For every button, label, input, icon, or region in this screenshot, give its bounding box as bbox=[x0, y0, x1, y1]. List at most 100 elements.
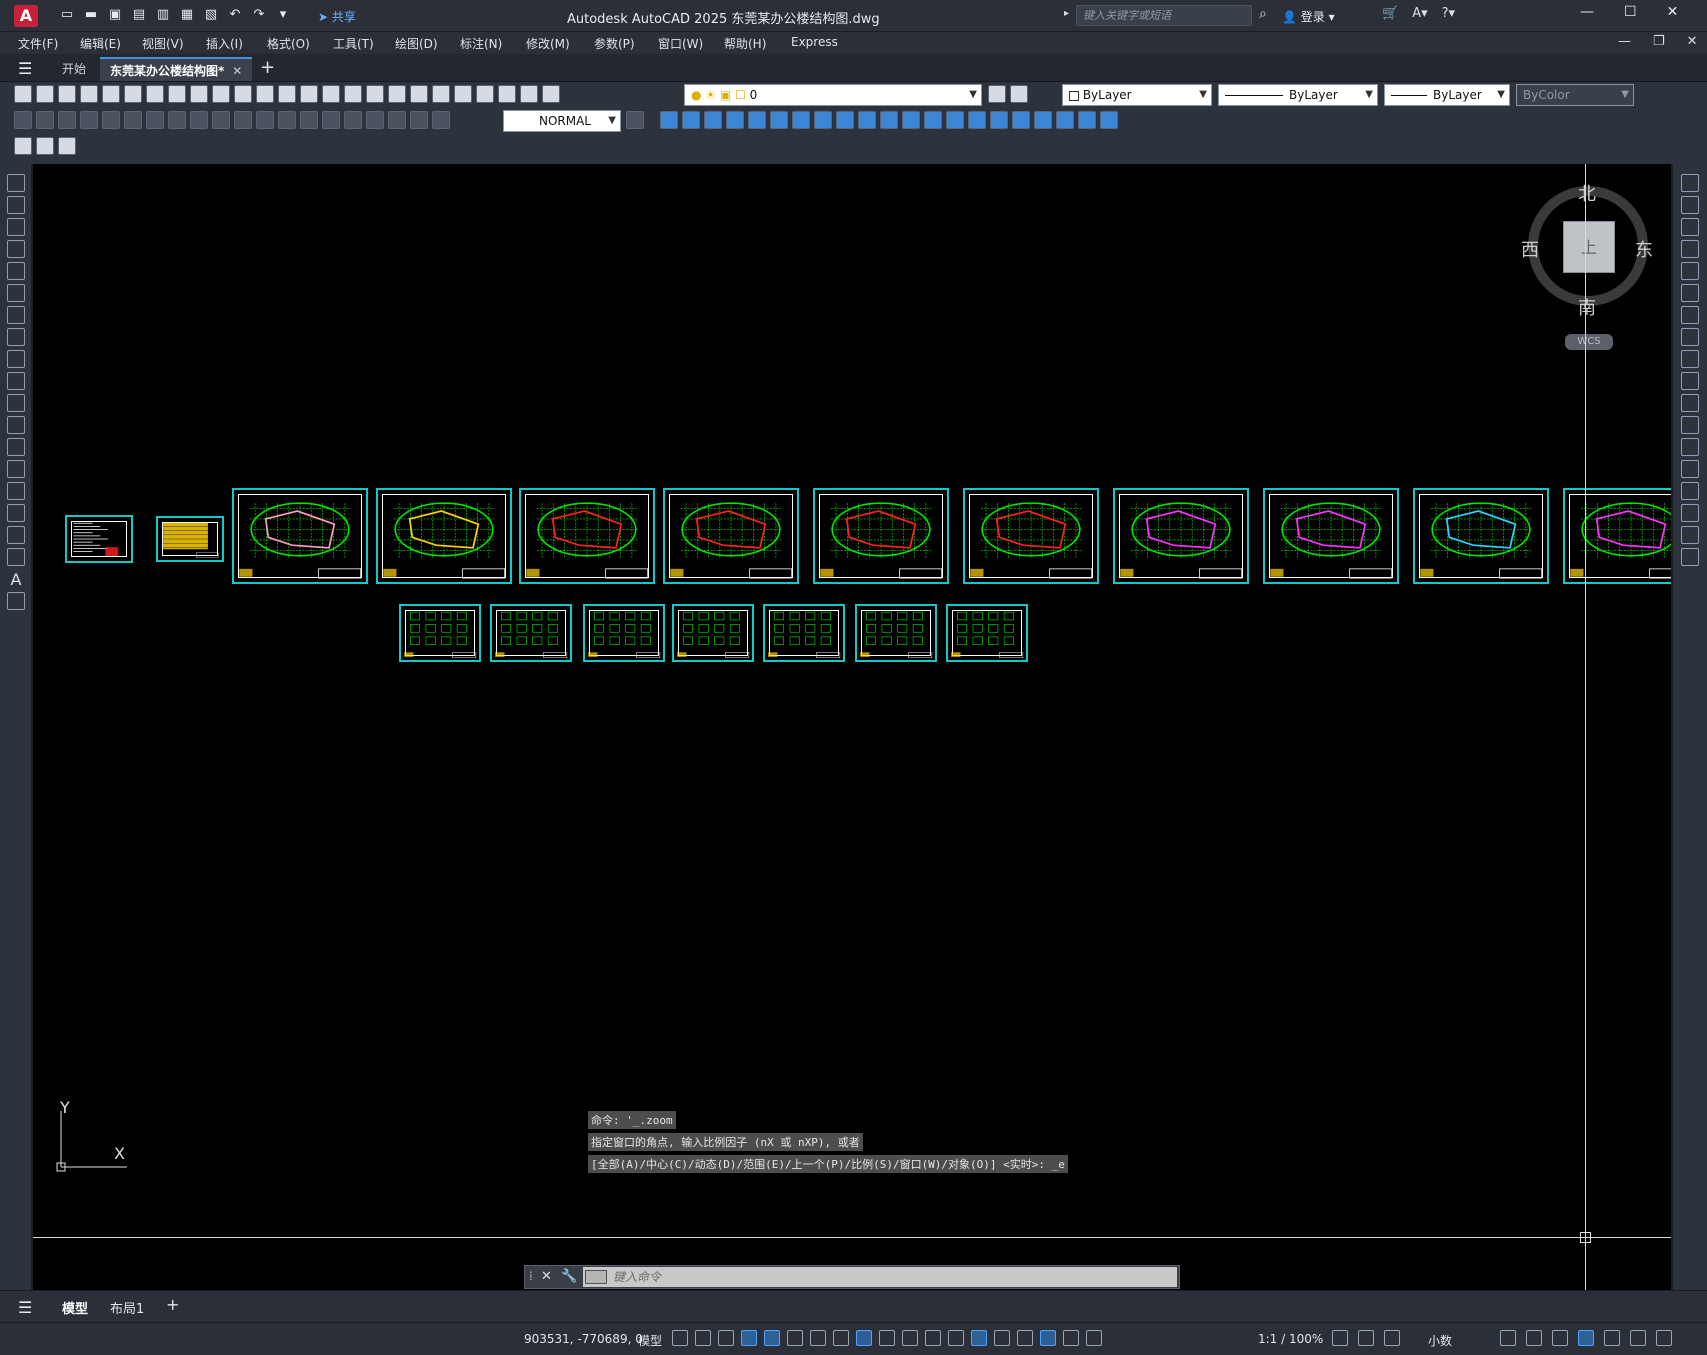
rotate-icon[interactable] bbox=[1681, 306, 1699, 324]
tool-designcenter-icon[interactable] bbox=[410, 85, 428, 103]
menu-modify[interactable]: 修改(M) bbox=[526, 35, 570, 52]
draw-hatch-icon[interactable] bbox=[7, 482, 25, 500]
annotation-scale-icon[interactable] bbox=[1086, 1330, 1102, 1346]
drawing-sheet[interactable] bbox=[813, 488, 949, 584]
tool-cut-icon[interactable] bbox=[168, 85, 186, 103]
mirror-icon[interactable] bbox=[1681, 218, 1699, 236]
tool-publish-icon[interactable] bbox=[124, 85, 142, 103]
draw-polyline-icon[interactable] bbox=[7, 218, 25, 236]
layer-previous-icon[interactable] bbox=[1010, 85, 1028, 103]
tool-sendback-icon[interactable] bbox=[1100, 111, 1118, 129]
tool-new-icon[interactable] bbox=[14, 85, 32, 103]
auto-scale-icon[interactable] bbox=[1063, 1330, 1079, 1346]
search-icon[interactable]: ⌕ bbox=[1259, 6, 1275, 22]
dim-linear-icon[interactable] bbox=[14, 111, 32, 129]
help-search-input[interactable]: 键入关键字或短语 bbox=[1076, 5, 1252, 26]
stretch-icon[interactable] bbox=[1681, 350, 1699, 368]
viewcube-top-face[interactable]: 上 bbox=[1563, 221, 1615, 273]
drawing-sheet[interactable] bbox=[663, 488, 799, 584]
doc-restore-icon[interactable]: ❐ bbox=[1653, 34, 1665, 49]
draw-arc-icon[interactable] bbox=[7, 284, 25, 302]
menu-edit[interactable]: 编辑(E) bbox=[80, 35, 121, 52]
drawing-sheet[interactable] bbox=[583, 604, 665, 662]
tolerance-icon[interactable] bbox=[300, 111, 318, 129]
plotstyle-dropdown[interactable]: ByColor ▼ bbox=[1516, 84, 1634, 106]
tool-explode-icon[interactable] bbox=[990, 111, 1008, 129]
selection-filter-icon[interactable] bbox=[994, 1330, 1010, 1346]
tool-zoom-window-icon[interactable] bbox=[344, 85, 362, 103]
tool-mirror-icon[interactable] bbox=[704, 111, 722, 129]
draw-rectangle-icon[interactable] bbox=[7, 262, 25, 280]
drawing-sheet[interactable] bbox=[963, 488, 1099, 584]
tool-undo-icon[interactable] bbox=[256, 85, 274, 103]
drawing-sheet[interactable] bbox=[399, 604, 481, 662]
dim-arclength-icon[interactable] bbox=[58, 111, 76, 129]
tool-properties-icon[interactable] bbox=[388, 85, 406, 103]
tool-join-icon[interactable] bbox=[924, 111, 942, 129]
tool-array-icon[interactable] bbox=[748, 111, 766, 129]
tool-erase-icon[interactable] bbox=[660, 111, 678, 129]
explode-icon[interactable] bbox=[1681, 548, 1699, 566]
new-file-icon[interactable]: ▭ bbox=[58, 6, 76, 24]
tool-rotate-icon[interactable] bbox=[792, 111, 810, 129]
doc-close-icon[interactable]: ✕ bbox=[1687, 34, 1698, 49]
autocad-logo-icon[interactable]: A bbox=[14, 5, 38, 27]
wcs-menu-button[interactable]: WCS bbox=[1565, 334, 1613, 350]
menu-express[interactable]: Express bbox=[791, 35, 838, 49]
draw-mtext-icon[interactable]: A bbox=[7, 570, 25, 589]
menu-help[interactable]: 帮助(H) bbox=[724, 35, 766, 52]
menu-parametric[interactable]: 参数(P) bbox=[594, 35, 635, 52]
tool-move-icon[interactable] bbox=[770, 111, 788, 129]
menu-format[interactable]: 格式(O) bbox=[267, 35, 310, 52]
draw-spline-icon[interactable] bbox=[7, 350, 25, 368]
login-button[interactable]: 👤 登录 ▾ bbox=[1282, 8, 1335, 25]
dim-quick-icon[interactable] bbox=[190, 111, 208, 129]
tool-scale-icon[interactable] bbox=[814, 111, 832, 129]
layer-dropdown[interactable]: ● ☀ ▣ ☐ 0 ▼ bbox=[684, 84, 982, 106]
recent-commands-icon[interactable] bbox=[585, 1270, 607, 1284]
dim-text-edit-icon[interactable] bbox=[410, 111, 428, 129]
units-icon[interactable] bbox=[1384, 1330, 1400, 1346]
draw-polygon-icon[interactable] bbox=[7, 240, 25, 258]
plot-icon[interactable]: ▧ bbox=[202, 6, 220, 24]
new-tab-icon[interactable]: + bbox=[260, 57, 275, 78]
tool-3dprint-icon[interactable] bbox=[146, 85, 164, 103]
tab-model[interactable]: 模型 bbox=[62, 1298, 88, 1317]
drawing-sheet[interactable] bbox=[156, 516, 224, 562]
maximize-icon[interactable]: ☐ bbox=[1624, 4, 1637, 20]
graphics-performance-icon[interactable] bbox=[1604, 1330, 1620, 1346]
tool-zoom-previous-icon[interactable] bbox=[366, 85, 384, 103]
share-button[interactable]: ➤ 共享 bbox=[318, 8, 356, 25]
command-input[interactable]: 键入命令 bbox=[583, 1267, 1177, 1287]
tab-start[interactable]: 开始 bbox=[52, 57, 96, 81]
clean-screen-icon[interactable] bbox=[1630, 1330, 1646, 1346]
dim-edit-icon[interactable] bbox=[388, 111, 406, 129]
draw-xline-icon[interactable] bbox=[7, 196, 25, 214]
menu-tools[interactable]: 工具(T) bbox=[333, 35, 374, 52]
blend-icon[interactable] bbox=[1681, 526, 1699, 544]
dim-jogged-icon[interactable] bbox=[124, 111, 142, 129]
tab-drawing[interactable]: 东莞某办公楼结构图* ✕ bbox=[100, 57, 253, 81]
color-dropdown[interactable]: ByLayer ▼ bbox=[1062, 84, 1212, 106]
drawing-sheet[interactable] bbox=[1113, 488, 1249, 584]
dimstyle-manager-icon[interactable] bbox=[626, 111, 644, 129]
search-expand-icon[interactable]: ▸ bbox=[1064, 8, 1069, 19]
save-as-icon[interactable]: ▤ bbox=[130, 6, 148, 24]
draw-gradient-icon[interactable] bbox=[7, 504, 25, 522]
tool-stretch-icon[interactable] bbox=[836, 111, 854, 129]
move-icon[interactable] bbox=[1681, 284, 1699, 302]
drawing-canvas[interactable]: 北 南 西 东 上 WCS Y X 命令: '_.zoom 指定窗口的角点, 输… bbox=[33, 164, 1671, 1290]
model-space-button[interactable]: 模型 bbox=[638, 1332, 662, 1349]
customize-status-icon[interactable] bbox=[1656, 1330, 1672, 1346]
redo-icon[interactable]: ↷ bbox=[250, 6, 268, 24]
drawing-sheet[interactable] bbox=[65, 515, 133, 563]
tool-extend-icon[interactable] bbox=[880, 111, 898, 129]
customize-wrench-icon[interactable]: 🔧 bbox=[561, 1269, 577, 1284]
draw-region-icon[interactable] bbox=[7, 526, 25, 544]
dimstyle-dropdown[interactable]: NORMAL ▼ bbox=[503, 110, 621, 132]
tool-group-icon[interactable] bbox=[1012, 111, 1030, 129]
tool-layer-match-icon[interactable] bbox=[36, 137, 54, 155]
make-block-icon[interactable] bbox=[7, 438, 25, 456]
polar-tracking-icon[interactable] bbox=[787, 1330, 803, 1346]
menu-hamburger-icon[interactable]: ☰ bbox=[18, 59, 38, 78]
